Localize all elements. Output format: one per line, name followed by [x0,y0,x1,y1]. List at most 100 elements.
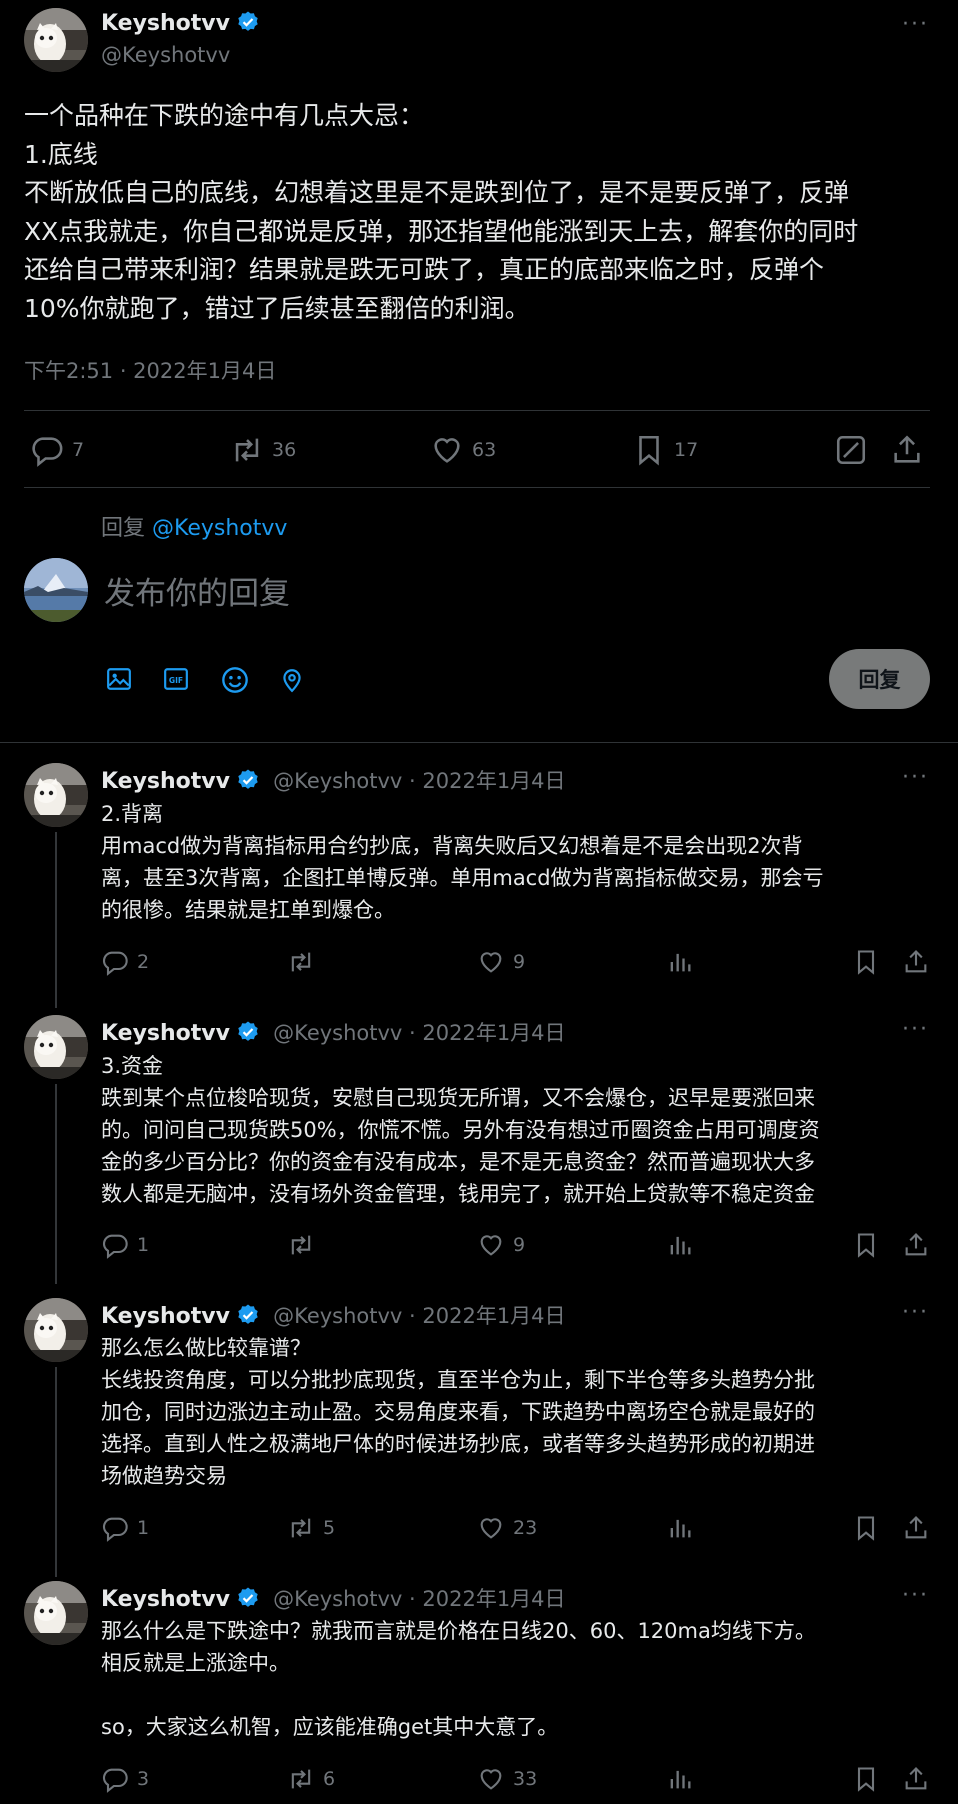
views-action[interactable] [666,1514,694,1542]
reply-line: 离，甚至3次背离，企图扛单博反弹。单用macd做为背离指标做交易，那会亏 [101,866,824,890]
bookmark-icon [852,1765,880,1793]
replying-handle-link[interactable]: @Keyshotvv [152,516,287,541]
svg-text:GIF: GIF [169,676,183,685]
author-name[interactable]: Keyshotvv [101,10,260,36]
tweet-line: 10%你就跑了，错过了后续甚至翻倍的利润。 [24,293,530,323]
divider [24,410,930,411]
like-count: 23 [513,1517,538,1539]
replying-to: 回复 @Keyshotvv [101,510,287,542]
bookmark-action[interactable]: 17 [632,433,698,467]
reply-avatar[interactable] [24,1581,88,1645]
reply-handle-date[interactable]: @Keyshotvv · 2022年1月4日 [273,1304,565,1328]
tweet-line: 还给自己带来利润？结果就是跌无可跌了，真正的底部来临之时，反弹个 [24,255,825,284]
like-action[interactable]: 9 [477,1231,525,1259]
section-divider [0,742,958,743]
reply-input[interactable]: 发布你的回复 [104,568,290,613]
reply-icon [101,1231,129,1259]
reply-author-name[interactable]: Keyshotvv [101,769,230,794]
reply-line: 那么怎么做比较靠谱？ [101,1336,311,1360]
share-action[interactable] [902,1514,930,1542]
reply-action[interactable]: 1 [101,1514,149,1542]
more-options-icon[interactable]: ··· [902,1583,929,1608]
more-options-icon[interactable]: ··· [902,12,929,37]
retweet-action[interactable]: 6 [287,1765,335,1793]
reply-author-name[interactable]: Keyshotvv [101,1304,230,1329]
reply-author-name[interactable]: Keyshotvv [101,1587,230,1612]
reply-author-name[interactable]: Keyshotvv [101,1021,230,1046]
like-action[interactable]: 9 [477,948,525,976]
bookmark-icon [852,1514,880,1542]
share-action[interactable] [902,1231,930,1259]
tweet-line: 一个品种在下跌的途中有几点大忌： [24,101,425,130]
divider [24,487,930,488]
like-action[interactable]: 23 [477,1514,537,1542]
views-action[interactable] [666,1231,694,1259]
like-action[interactable]: 63 [430,433,496,467]
heart-icon [477,1231,505,1259]
verified-badge-icon [236,1586,260,1610]
share-action[interactable] [902,948,930,976]
reply-line: so，大家这么机智，应该能准确get其中大意了。 [101,1715,559,1739]
reply-header: Keyshotvv @Keyshotvv · 2022年1月4日 [101,765,566,795]
reply-avatar[interactable] [24,1015,88,1079]
like-count: 9 [513,1234,526,1256]
like-action[interactable]: 33 [477,1765,537,1793]
share-icon [890,433,924,467]
retweet-action[interactable]: 36 [230,433,296,467]
verified-badge-icon [236,10,260,34]
bookmark-action[interactable] [852,948,880,976]
reply-avatar[interactable] [24,763,88,827]
bookmark-action[interactable] [852,1514,880,1542]
tweet-timestamp[interactable]: 下午2:51 · 2022年1月4日 [24,355,276,385]
reply-icon [30,433,64,467]
heart-icon [477,1514,505,1542]
reply-handle-date[interactable]: @Keyshotvv · 2022年1月4日 [273,1587,565,1611]
retweet-count: 36 [272,439,297,461]
emoji-icon[interactable] [221,666,249,698]
retweet-count: 6 [323,1768,336,1790]
grok-action[interactable] [834,433,868,467]
reply-handle-date[interactable]: @Keyshotvv · 2022年1月4日 [273,769,565,793]
reply-action[interactable]: 2 [101,948,149,976]
reply-submit-button[interactable]: 回复 [829,649,930,709]
user-avatar[interactable] [24,558,88,622]
reply-line: 场做趋势交易 [101,1464,227,1488]
reply-body: 那么怎么做比较靠谱？ 长线投资角度，可以分批抄底现货，直至半仓为止，剩下半仓等多… [101,1332,941,1492]
more-options-icon[interactable]: ··· [902,765,929,790]
reply-avatar[interactable] [24,1298,88,1362]
reply-action[interactable]: 7 [30,433,84,467]
reply-line: 长线投资角度，可以分批抄底现货，直至半仓为止，剩下半仓等多头趋势分批 [101,1368,815,1392]
reply-body: 那么什么是下跌途中？就我而言就是价格在日线20、60、120ma均线下方。 相反… [101,1615,941,1743]
share-icon [902,1765,930,1793]
location-icon[interactable] [279,666,305,698]
reply-action[interactable]: 3 [101,1765,149,1793]
bookmark-action[interactable] [852,1231,880,1259]
views-action[interactable] [666,1765,694,1793]
gif-icon[interactable]: GIF [163,666,189,696]
reply-blank-line [101,1679,941,1711]
views-icon [666,1765,694,1793]
reply-line: 2.背离 [101,802,164,826]
views-action[interactable] [666,948,694,976]
retweet-action[interactable] [287,948,323,976]
more-options-icon[interactable]: ··· [902,1017,929,1042]
author-avatar[interactable] [24,8,88,72]
reply-action[interactable]: 1 [101,1231,149,1259]
retweet-action[interactable] [287,1231,323,1259]
reply-handle-date[interactable]: @Keyshotvv · 2022年1月4日 [273,1021,565,1045]
bookmark-action[interactable] [852,1765,880,1793]
author-handle[interactable]: @Keyshotvv [101,43,230,67]
tweet-line: 1.底线 [24,139,98,169]
reply-body: 2.背离 用macd做为背离指标用合约抄底，背离失败后又幻想着是不是会出现2次背… [101,798,941,926]
more-options-icon[interactable]: ··· [902,1300,929,1325]
tweet-body: 一个品种在下跌的途中有几点大忌： 1.底线 不断放低自己的底线，幻想着这里是不是… [24,97,944,328]
reply-line: 的很惨。结果就是扛单到爆仓。 [101,898,395,922]
share-icon [902,1231,930,1259]
retweet-action[interactable]: 5 [287,1514,335,1542]
author-name-text: Keyshotvv [101,11,230,36]
image-icon[interactable] [106,666,132,696]
share-action[interactable] [902,1765,930,1793]
share-action[interactable] [890,433,924,467]
reply-line: 金的多少百分比？你的资金有没有成本，是不是无息资金？然而普遍现状大多 [101,1150,815,1174]
retweet-icon [287,1231,315,1259]
